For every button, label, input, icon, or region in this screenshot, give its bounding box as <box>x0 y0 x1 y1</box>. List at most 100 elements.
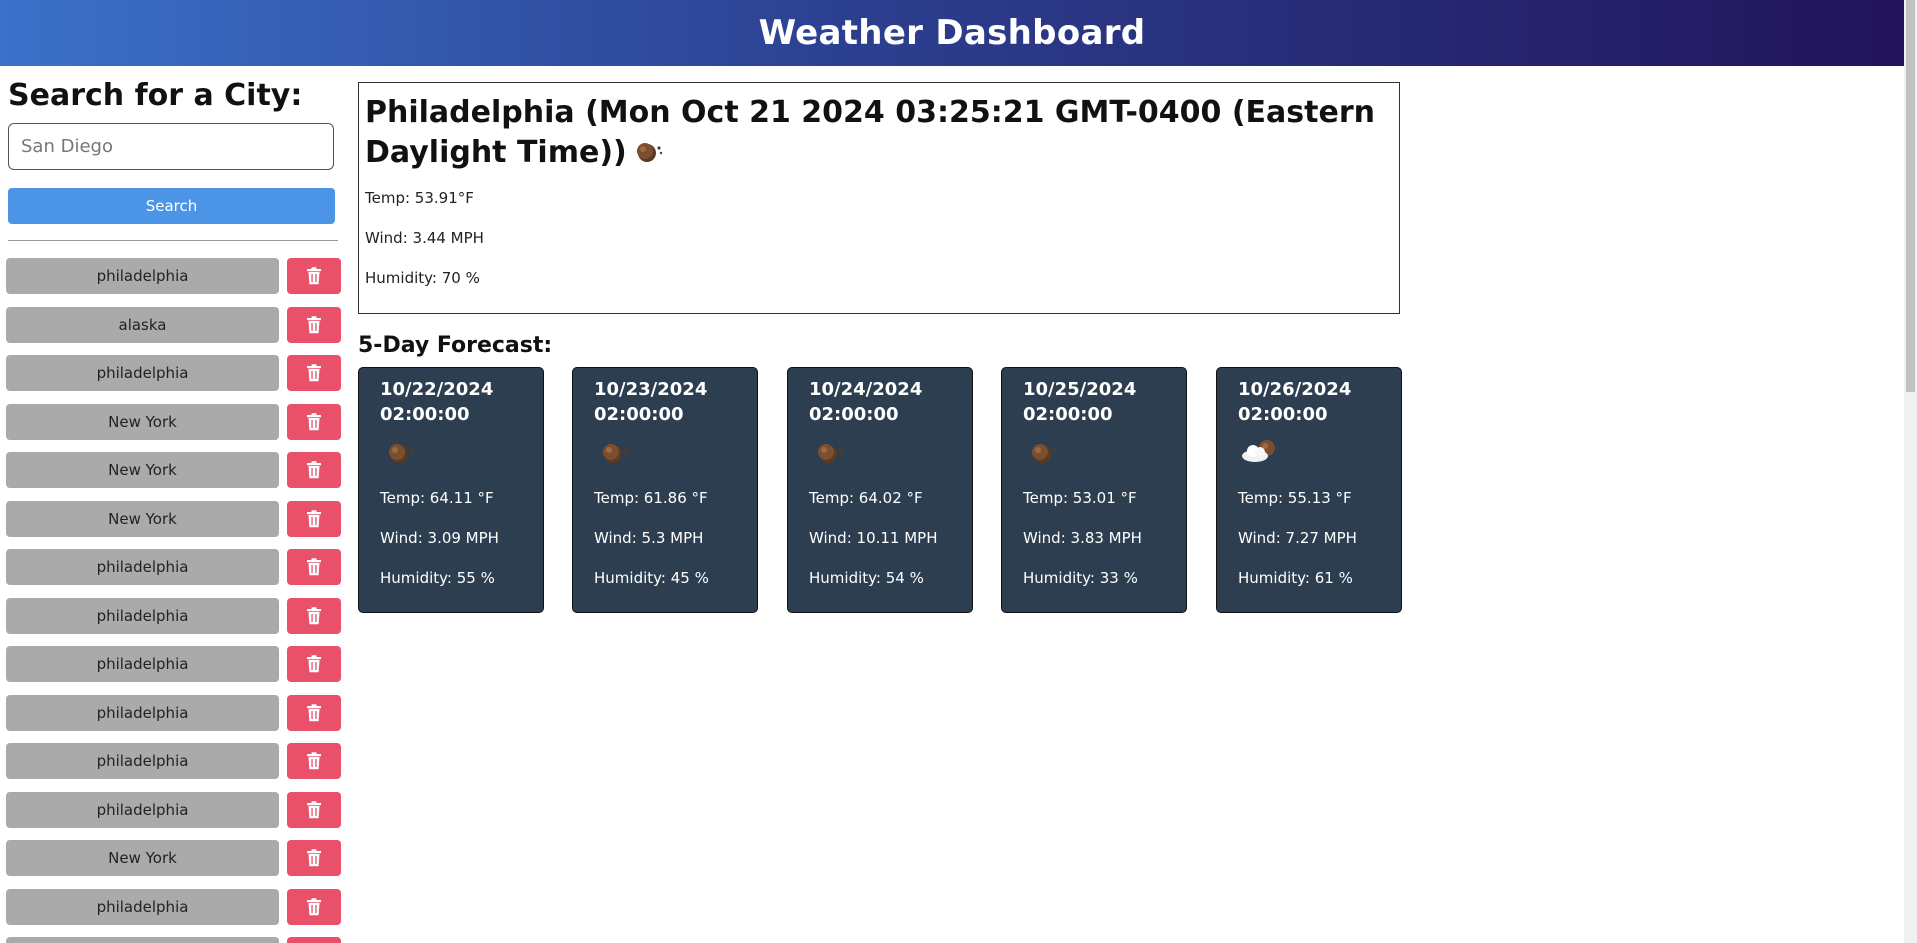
history-row: philadelphia <box>6 743 342 779</box>
trash-icon <box>306 315 322 334</box>
history-row: alaska <box>6 306 342 343</box>
search-history-list: philadelphia alaska philadelphia New York Ne… <box>6 258 342 943</box>
delete-city-button[interactable] <box>287 646 341 682</box>
forecast-temp: Temp: 53.01 °F <box>1023 489 1137 507</box>
forecast-humidity: Humidity: 45 % <box>594 569 709 587</box>
trash-icon <box>306 606 322 625</box>
history-row: philadelphia <box>6 694 342 731</box>
city-search-input[interactable] <box>8 123 334 170</box>
history-city-button[interactable]: philadelphia <box>6 694 279 731</box>
forecast-humidity: Humidity: 61 % <box>1238 569 1353 587</box>
delete-city-button[interactable] <box>287 306 341 343</box>
forecast-wind: Wind: 7.27 MPH <box>1238 529 1357 547</box>
forecast-temp: Temp: 61.86 °F <box>594 489 708 507</box>
history-row: philadelphia <box>6 791 342 828</box>
history-city-button[interactable]: New York <box>6 840 279 876</box>
trash-icon <box>306 800 322 819</box>
forecast-temp: Temp: 64.02 °F <box>809 489 923 507</box>
forecast-wind: Wind: 5.3 MPH <box>594 529 704 547</box>
history-row: philadelphia <box>6 355 342 391</box>
sidebar-divider <box>8 240 338 241</box>
delete-city-button[interactable] <box>287 403 341 440</box>
history-city-button[interactable]: New York <box>6 500 279 537</box>
delete-city-button[interactable] <box>287 840 341 876</box>
scrollbar-thumb[interactable] <box>1906 0 1915 392</box>
trash-icon <box>306 558 322 576</box>
current-weather-card: Philadelphia (Mon Oct 21 2024 03:25:21 G… <box>358 82 1400 314</box>
delete-city-button[interactable] <box>287 743 341 779</box>
trash-icon <box>306 703 322 722</box>
forecast-humidity: Humidity: 54 % <box>809 569 924 587</box>
forecast-wind: Wind: 3.83 MPH <box>1023 529 1142 547</box>
current-humidity: Humidity: 70 % <box>365 269 480 287</box>
forecast-date: 10/23/2024 02:00:00 <box>594 379 708 425</box>
delete-city-button[interactable] <box>287 791 341 828</box>
moon-clear-icon <box>601 442 631 469</box>
forecast-date: 10/24/2024 02:00:00 <box>809 379 923 425</box>
delete-city-button[interactable] <box>287 258 341 294</box>
history-city-button[interactable] <box>6 937 279 943</box>
forecast-date: 10/26/2024 02:00:00 <box>1238 379 1352 425</box>
history-row: philadelphia <box>6 549 342 585</box>
search-button[interactable]: Search <box>8 188 335 224</box>
history-city-button[interactable]: philadelphia <box>6 355 279 391</box>
trash-icon <box>306 897 322 916</box>
history-city-button[interactable]: philadelphia <box>6 258 279 294</box>
history-city-button[interactable]: philadelphia <box>6 888 279 925</box>
trash-icon <box>306 461 322 479</box>
history-city-button[interactable]: philadelphia <box>6 743 279 779</box>
delete-city-button[interactable] <box>287 500 341 537</box>
forecast-date: 10/25/2024 02:00:00 <box>1023 379 1137 425</box>
forecast-wind: Wind: 3.09 MPH <box>380 529 499 547</box>
history-city-button[interactable]: philadelphia <box>6 597 279 634</box>
trash-icon <box>306 752 322 770</box>
page-title: Weather Dashboard <box>758 13 1146 53</box>
delete-city-button[interactable] <box>287 694 341 731</box>
history-row: New York <box>6 403 342 440</box>
trash-icon <box>306 509 322 528</box>
history-row: philadelphia <box>6 597 342 634</box>
forecast-date: 10/22/2024 02:00:00 <box>380 379 494 425</box>
app-header: Weather Dashboard <box>0 0 1904 66</box>
current-weather-title: Philadelphia (Mon Oct 21 2024 03:25:21 G… <box>365 93 1393 174</box>
forecast-heading: 5-Day Forecast: <box>358 333 553 358</box>
cloud-moon-icon <box>1239 438 1281 469</box>
history-city-button[interactable]: alaska <box>6 306 279 343</box>
delete-city-button[interactable] <box>287 597 341 634</box>
sidebar: Search for a City: Search philadelphia al… <box>0 66 346 943</box>
delete-city-button[interactable] <box>287 549 341 585</box>
history-city-button[interactable]: philadelphia <box>6 791 279 828</box>
history-row: New York <box>6 452 342 488</box>
history-row: New York <box>6 500 342 537</box>
forecast-temp: Temp: 55.13 °F <box>1238 489 1352 507</box>
trash-icon <box>306 267 322 285</box>
forecast-card: 10/24/2024 02:00:00 Temp: 64.02 °F Wind: 1… <box>787 367 973 613</box>
history-city-button[interactable]: New York <box>6 403 279 440</box>
delete-city-button[interactable] <box>287 937 341 943</box>
history-row: New York <box>6 840 342 876</box>
trash-icon <box>306 655 322 673</box>
moon-clear-icon <box>1030 442 1060 469</box>
trash-icon <box>306 412 322 431</box>
history-row: philadelphia <box>6 646 342 682</box>
moon-clear-icon <box>635 134 665 174</box>
moon-clear-icon <box>816 442 846 469</box>
delete-city-button[interactable] <box>287 355 341 391</box>
delete-city-button[interactable] <box>287 452 341 488</box>
delete-city-button[interactable] <box>287 888 341 925</box>
forecast-card: 10/25/2024 02:00:00 Temp: 53.01 °F Wind: 3… <box>1001 367 1187 613</box>
forecast-humidity: Humidity: 55 % <box>380 569 495 587</box>
forecast-card: 10/22/2024 02:00:00 Temp: 64.11 °F Wind: 3… <box>358 367 544 613</box>
forecast-card: 10/23/2024 02:00:00 Temp: 61.86 °F Wind: 5… <box>572 367 758 613</box>
trash-icon <box>306 364 322 382</box>
page-scrollbar[interactable] <box>1904 0 1917 943</box>
forecast-temp: Temp: 64.11 °F <box>380 489 494 507</box>
history-row <box>6 937 342 943</box>
history-city-button[interactable]: New York <box>6 452 279 488</box>
history-row: philadelphia <box>6 888 342 925</box>
moon-clear-icon <box>387 442 417 469</box>
history-city-button[interactable]: philadelphia <box>6 549 279 585</box>
search-heading: Search for a City: <box>8 78 303 113</box>
current-city-date: Philadelphia (Mon Oct 21 2024 03:25:21 G… <box>365 95 1375 170</box>
history-city-button[interactable]: philadelphia <box>6 646 279 682</box>
